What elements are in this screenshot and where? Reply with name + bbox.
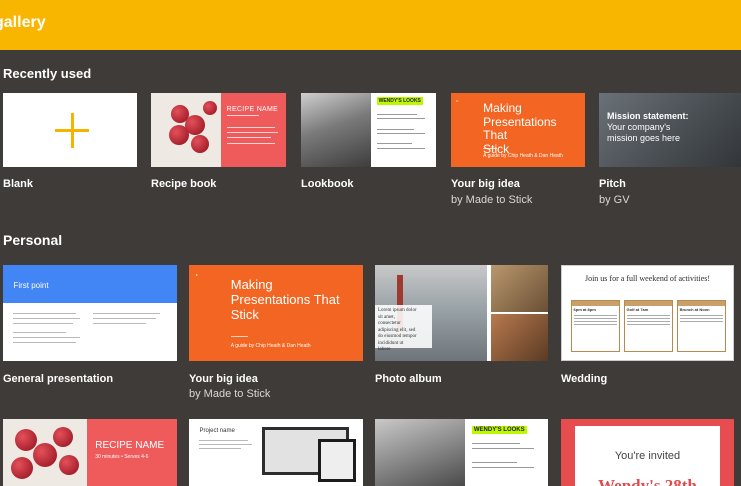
gallery-title: gallery (0, 14, 46, 31)
template-label: Your big idea (189, 373, 258, 385)
template-label: General presentation (3, 373, 114, 385)
invite-line1: You're invited (614, 449, 681, 462)
template-recipe-book-2[interactable]: RECIPE NAME 30 minutes • Serves 4-6 (3, 419, 177, 486)
album-caption: Lorem ipsum dolor sit amet, consectetur … (375, 305, 433, 352)
raspberries-photo (151, 93, 222, 167)
raspberries-photo (3, 419, 87, 486)
app-header: gallery (0, 0, 741, 50)
template-project[interactable]: Project name (189, 419, 363, 486)
template-recipe-book[interactable]: RECIPE NAME (151, 93, 286, 167)
general-thumb-title: First point (13, 281, 49, 291)
template-label: Photo album (375, 373, 442, 385)
lookbook-photo (375, 419, 465, 486)
recipe2-thumb-title: RECIPE NAME (95, 440, 165, 452)
template-label: Recipe book (151, 178, 217, 190)
template-pitch[interactable]: Mission statement: Your company's missio… (599, 93, 741, 167)
lookbook-photo (301, 93, 372, 167)
template-label: Blank (3, 178, 33, 190)
template-invitation[interactable]: You're invited Wendy's 28th (561, 419, 734, 486)
template-label: Wedding (561, 373, 608, 385)
template-general-presentation[interactable]: First point (3, 265, 177, 361)
bigidea-thumb-title: Making Presentations That Stick (230, 277, 340, 323)
template-blank[interactable] (3, 93, 137, 167)
template-label: Your big idea (451, 178, 520, 190)
template-wedding[interactable]: Join us for a full weekend of activities… (561, 265, 734, 361)
template-your-big-idea[interactable]: ▸ Making Presentations That Stick A guid… (189, 265, 363, 361)
lookbook-tag: WENDY'S LOOKS (471, 425, 527, 434)
recipe-thumb-title: RECIPE NAME (226, 106, 279, 114)
template-lookbook-2[interactable]: WENDY'S LOOKS (375, 419, 548, 486)
pitch-thumb-text: Mission statement: Your company's missio… (607, 111, 689, 143)
invite-line2: Wendy's 28th (598, 475, 697, 486)
template-author: by Made to Stick (451, 194, 533, 206)
template-lookbook[interactable]: WENDY'S LOOKS (301, 93, 436, 167)
template-author: by Made to Stick (189, 388, 271, 400)
template-label: Lookbook (301, 178, 354, 190)
template-label: Pitch (599, 178, 626, 190)
leaves-photo (490, 265, 548, 313)
template-author: by GV (599, 194, 630, 206)
tablet-graphic (317, 439, 357, 482)
lookbook-tag: WENDY'S LOOKS (376, 97, 423, 106)
wedding-thumb-title: Join us for a full weekend of activities… (584, 274, 711, 284)
recently-used-heading: Recently used (3, 66, 92, 81)
template-your-big-idea[interactable]: ▸ Making Presentations That Stick A guid… (451, 93, 585, 167)
table-photo (490, 313, 548, 361)
personal-heading: Personal (3, 232, 63, 248)
project-thumb-title: Project name (199, 427, 235, 434)
bigidea-thumb-title: Making Presentations That Stick (483, 100, 557, 157)
template-photo-album[interactable]: Lorem ipsum dolor sit amet, consectetur … (375, 265, 548, 361)
